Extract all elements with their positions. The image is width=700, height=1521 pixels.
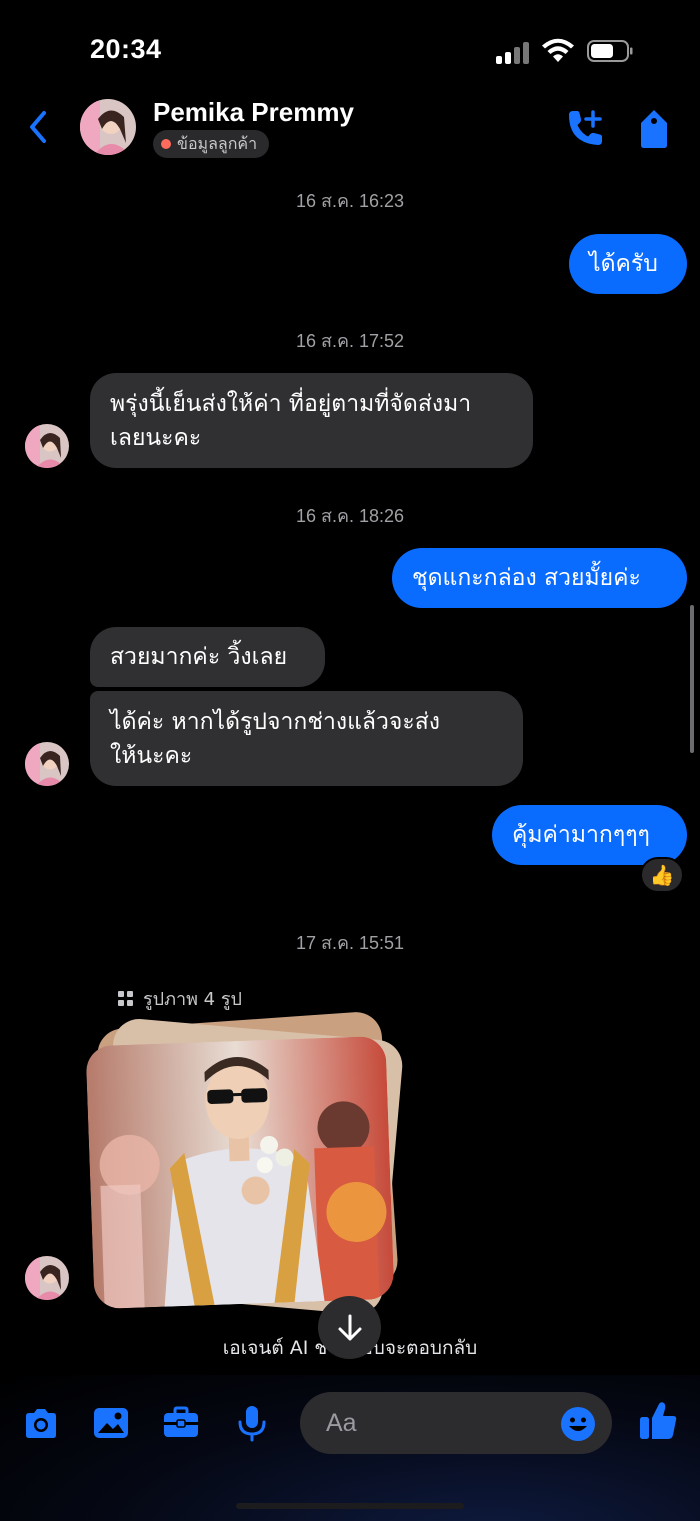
message-input-container[interactable] xyxy=(300,1392,612,1454)
message-text-line: พรุ่งนี้เย็นส่งให้ค่า ที่อยู่ตามที่จัดส่… xyxy=(110,390,472,417)
grid-icon xyxy=(118,991,133,1006)
photo-card-front[interactable] xyxy=(85,1035,395,1310)
photos-count-text: รูปภาพ 4 รูป xyxy=(143,989,242,1010)
contact-avatar-small[interactable] xyxy=(25,424,69,468)
message-text-line: ได้ค่ะ หากได้รูปจากช่างแล้วจะส่ง xyxy=(110,708,441,735)
photo-stack[interactable] xyxy=(85,1010,405,1317)
contact-name[interactable]: Pemika Premmy xyxy=(153,97,354,128)
message-composer xyxy=(0,1375,700,1521)
customer-info-badge[interactable]: ข้อมูลลูกค้า xyxy=(153,130,270,158)
message-text: ชุดแกะกล่อง สวยมั้ยค่ะ xyxy=(412,565,641,591)
status-bar: 20:34 xyxy=(0,0,700,95)
cellular-signal-icon xyxy=(496,40,532,64)
home-indicator xyxy=(236,1503,464,1509)
timestamp: 17 ส.ค. 15:51 xyxy=(295,933,405,953)
timestamp: 16 ส.ค. 16:23 xyxy=(295,191,405,211)
status-time: 20:34 xyxy=(90,34,162,64)
timestamp: 16 ส.ค. 18:26 xyxy=(295,506,405,526)
briefcase-icon[interactable] xyxy=(161,1403,201,1443)
arrow-down-icon xyxy=(338,1314,361,1340)
incoming-message[interactable]: สวยมากค่ะ วิ้งเลย xyxy=(90,627,325,687)
wifi-icon xyxy=(542,38,574,62)
contact-avatar-small[interactable] xyxy=(25,1256,69,1300)
timestamp: 16 ส.ค. 17:52 xyxy=(295,331,405,351)
message-text: ได้ครับ xyxy=(589,251,658,277)
incoming-message[interactable]: ได้ค่ะ หากได้รูปจากช่างแล้วจะส่ง ให้นะคะ xyxy=(90,691,523,786)
message-text-line: ให้นะคะ xyxy=(110,742,193,769)
outgoing-message[interactable]: คุ้มค่ามากๆๆๆ xyxy=(492,805,687,865)
gallery-icon[interactable] xyxy=(91,1403,131,1443)
call-add-icon[interactable] xyxy=(563,107,605,149)
outgoing-message[interactable]: ชุดแกะกล่อง สวยมั้ยค่ะ xyxy=(392,548,687,608)
status-dot xyxy=(161,139,171,149)
emoji-icon[interactable] xyxy=(560,1406,596,1442)
message-input[interactable] xyxy=(326,1406,546,1440)
message-text: สวยมากค่ะ วิ้งเลย xyxy=(110,644,288,670)
incoming-message[interactable]: พรุ่งนี้เย็นส่งให้ค่า ที่อยู่ตามที่จัดส่… xyxy=(90,373,533,468)
tag-icon[interactable] xyxy=(637,107,671,151)
camera-icon[interactable] xyxy=(21,1403,61,1443)
contact-avatar-small[interactable] xyxy=(25,742,69,786)
customer-info-label: ข้อมูลลูกค้า xyxy=(177,133,258,153)
message-text: คุ้มค่ามากๆๆๆ xyxy=(512,822,650,848)
message-reaction[interactable]: 👍 xyxy=(640,857,684,893)
thumbs-up-reaction-icon: 👍 xyxy=(649,863,675,887)
thumbs-up-icon[interactable] xyxy=(637,1399,679,1443)
wedding-photo-image xyxy=(85,1035,395,1310)
outgoing-message[interactable]: ได้ครับ xyxy=(569,234,687,294)
scrollbar[interactable] xyxy=(690,605,694,753)
battery-icon xyxy=(587,40,633,62)
back-chevron-icon[interactable] xyxy=(24,107,54,147)
microphone-icon[interactable] xyxy=(232,1403,272,1443)
contact-avatar[interactable] xyxy=(80,99,136,155)
scroll-to-bottom-button[interactable] xyxy=(318,1296,381,1359)
photos-count-label: รูปภาพ 4 รูป xyxy=(118,984,242,1013)
conversation-header: Pemika Premmy ข้อมูลลูกค้า xyxy=(0,95,700,165)
message-text-line: เลยนะคะ xyxy=(110,424,202,451)
